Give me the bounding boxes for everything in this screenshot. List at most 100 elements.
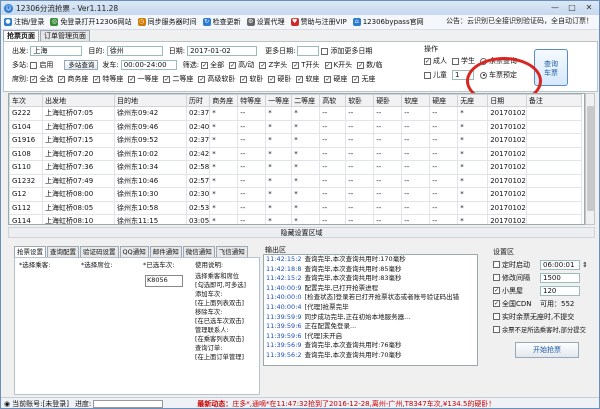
tab-booking-settings[interactable]: 抢票设置 (14, 246, 46, 257)
toolbar-open-12306[interactable]: ◎ 免登录打开12306网站 (50, 17, 132, 27)
table-cell: -- (429, 106, 459, 121)
toolbar-proxy[interactable]: ⚙ 设置代理 (246, 17, 285, 27)
date-input[interactable]: 2017-01-02 (187, 46, 258, 56)
scrollbar-thumb[interactable] (587, 106, 594, 211)
log-line: 11:39:59:6 正在配置免登录... (264, 322, 477, 332)
add-more-dates-checkbox[interactable]: 添加更多日期 (321, 46, 372, 56)
tab-qq[interactable]: QQ通知 (119, 246, 149, 257)
table-row[interactable]: G114 上海虹桥08:10 徐州东11:15 03:05 * -- * * -- -- -- -- -… (9, 214, 582, 224)
tab-captcha[interactable]: 验证码设置 (80, 246, 119, 257)
filter-k[interactable]: ✓ K开头 (324, 60, 352, 70)
seat-soft-sleeper[interactable]: ✓ 软卧 (240, 74, 263, 84)
log-text: 同步成功完毕,正在初始本地服务器... (304, 312, 411, 321)
filter-t[interactable]: ✓ T开头 (292, 60, 320, 70)
column-header[interactable]: 出发地 (42, 94, 115, 107)
seat-soft-seat[interactable]: ✓ 软座 (296, 74, 319, 84)
filter-gd[interactable]: ✓ 高/动 (229, 60, 254, 70)
blacklist-checkbox[interactable]: ✓ (493, 287, 500, 294)
column-header[interactable]: 备注 (525, 94, 582, 107)
column-header[interactable]: 无座 (457, 94, 489, 107)
seat-first[interactable]: ✓ 一等座 (128, 74, 158, 84)
seat-second[interactable]: ✓ 二等座 (163, 74, 193, 84)
toolbar-login[interactable]: ● 注销/登录 (4, 17, 44, 27)
table-cell: * (457, 173, 489, 188)
table-row[interactable]: G110 上海虹桥07:36 徐州东10:34 02:58 * -- * * -- -- -- -- -… (9, 160, 582, 175)
tab-wechat[interactable]: 微信通知 (182, 246, 215, 257)
no-seat-checkbox[interactable] (493, 313, 500, 320)
column-header[interactable]: 车次 (9, 94, 43, 107)
table-scrollbar[interactable] (585, 93, 595, 225)
usage-line: 查询订单: (195, 345, 223, 352)
multistation-query-button[interactable]: 多站查询 (64, 60, 99, 70)
child-checkbox[interactable]: 儿童 (424, 70, 447, 80)
heart-icon: ♥ (290, 18, 299, 26)
auto-start-time-input[interactable]: 06:00:01 (540, 259, 580, 270)
table-row[interactable]: G1916 上海虹桥07:15 徐州东09:52 02:37 * -- * * -- -- -- --… (9, 133, 582, 148)
column-header[interactable]: 二等座 (291, 94, 321, 107)
column-header[interactable]: 硬座 (429, 94, 459, 107)
table-row[interactable]: G104 上海虹桥07:06 徐州东09:46 02:40 * -- * * -- -- -- -- -… (9, 119, 582, 134)
filter-all[interactable]: ✓ 全部 (201, 60, 224, 70)
column-header[interactable]: 一等座 (265, 94, 293, 107)
log-time: 11:39:56:2 (266, 350, 302, 359)
table-row[interactable]: G12 上海虹桥08:00 徐州东10:30 02:30 * -- * * -- -- -- -- --… (9, 187, 582, 202)
tab-fetion[interactable]: 飞信通知 (215, 246, 248, 257)
hide-settings-bar[interactable]: 隐藏设置区域 (8, 227, 595, 238)
partial-submit-checkbox[interactable] (493, 326, 500, 333)
interval-input[interactable]: 1500 (540, 272, 580, 283)
main-tabs: 抢票页面 订单管理页面 (3, 30, 91, 41)
column-header[interactable]: 日期 (487, 94, 527, 107)
column-header[interactable]: 软座 (401, 94, 431, 107)
seat-business[interactable]: ✓ 商务座 (58, 74, 88, 84)
tab-orders[interactable]: 订单管理页面 (40, 30, 90, 41)
column-header[interactable]: 特等座 (237, 94, 267, 107)
table-row[interactable]: G222 上海虹桥07:05 徐州东09:42 02:37 * -- * * -- -- -- -- -… (9, 106, 582, 121)
table-row[interactable]: G1232 上海虹桥07:49 徐州东10:46 02:57 * -- * * -- -- -- --… (9, 173, 582, 188)
start-booking-button[interactable]: 开始抢票 (515, 342, 579, 358)
minimize-button[interactable]: — (547, 2, 563, 13)
to-station-input[interactable]: 徐州 (106, 46, 163, 56)
seat-all[interactable]: ✓ 全选 (30, 74, 53, 84)
filter-z[interactable]: ✓ Z字头 (259, 60, 287, 70)
filter-other[interactable]: ✓ 数/临 (357, 60, 382, 70)
table-row[interactable]: G108 上海虹桥07:20 徐州东10:02 02:42 * -- * * -- -- -- -- -… (9, 146, 582, 161)
interval-checkbox[interactable] (493, 274, 500, 281)
toolbar-website[interactable]: ⌂ 12306bypass官网 (352, 17, 424, 27)
student-checkbox[interactable]: 学生 (452, 56, 475, 66)
adult-checkbox[interactable]: ✓ 成人 (424, 56, 447, 66)
spinner-icon[interactable]: ⇕ (582, 261, 588, 269)
seat-hard-seat[interactable]: ✓ 硬座 (324, 74, 347, 84)
toolbar-sync-time[interactable]: ◷ 同步服务器时间 (137, 17, 197, 27)
blacklist-input[interactable]: 120 (540, 285, 580, 296)
column-header[interactable]: 硬卧 (373, 94, 403, 107)
cdn-checkbox[interactable]: ✓ (493, 300, 500, 307)
seat-premium-sleeper[interactable]: ✓ 高级软卧 (198, 74, 235, 84)
maximize-button[interactable]: □ (564, 2, 580, 13)
column-header[interactable]: 高软 (319, 94, 347, 107)
column-header[interactable]: 软卧 (345, 94, 375, 107)
selected-train-list[interactable]: K8056 (145, 275, 183, 287)
toolbar-check-update[interactable]: ↻ 检查更新 (202, 17, 241, 27)
seat-special[interactable]: ✓ 特等座 (93, 74, 123, 84)
table-cell: * (265, 119, 293, 134)
seat-no-seat[interactable]: ✓ 无座 (352, 74, 375, 84)
depart-time-select[interactable]: 00:00-24:00 (120, 60, 177, 70)
close-button[interactable]: ✕ (581, 2, 597, 13)
column-header[interactable]: 商务座 (209, 94, 239, 107)
home-icon: ⌂ (352, 18, 361, 26)
toolbar-vip[interactable]: ♥ 赞助与注册VIP (290, 17, 347, 27)
column-header[interactable]: 历时 (185, 94, 211, 107)
table-row[interactable]: G112 上海虹桥08:05 徐州东10:58 02:53 * -- * * -- -- -- -- -… (9, 200, 582, 215)
tab-email[interactable]: 邮件通知 (149, 246, 182, 257)
multistation-enable-checkbox[interactable]: 启用 (30, 60, 53, 70)
tab-query-config[interactable]: 查询配置 (47, 246, 79, 257)
column-header[interactable]: 目的地 (114, 94, 187, 107)
more-dates-input[interactable] (297, 46, 320, 56)
table-cell: -- (373, 146, 403, 161)
seat-hard-sleeper[interactable]: ✓ 硬卧 (268, 74, 291, 84)
tab-booking[interactable]: 抢票页面 (3, 30, 39, 41)
table-cell: * (291, 119, 321, 134)
from-station-input[interactable]: 上海 (30, 46, 83, 56)
table-cell: -- (429, 146, 459, 161)
auto-start-checkbox[interactable] (493, 261, 500, 268)
